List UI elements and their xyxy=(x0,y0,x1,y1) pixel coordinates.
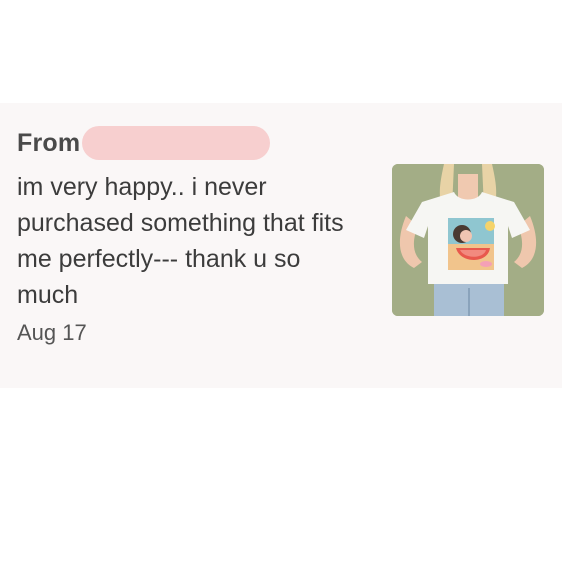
redacted-username xyxy=(82,126,271,160)
review-message: im very happy.. i never purchased someth… xyxy=(17,173,344,309)
product-photo-icon xyxy=(392,164,544,316)
review-date: Aug 17 xyxy=(17,320,87,345)
review-sender: From xyxy=(17,123,271,163)
review-card: From im very happy.. i never purchased s… xyxy=(0,103,562,388)
from-label: From xyxy=(17,128,81,157)
product-thumbnail[interactable] xyxy=(392,164,544,316)
